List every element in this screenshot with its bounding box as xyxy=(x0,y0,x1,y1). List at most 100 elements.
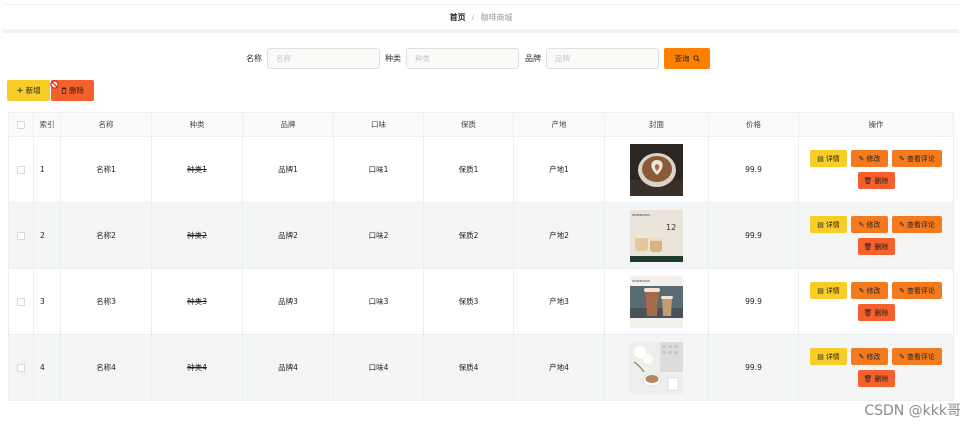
row-brand: 品牌3 xyxy=(243,269,334,334)
row-shelf-life: 保质3 xyxy=(424,269,514,334)
pencil-icon: ✎ xyxy=(899,286,905,295)
type-label: 种类 xyxy=(385,54,401,63)
cover-brand-text: STARBUCKS xyxy=(632,279,650,283)
header-type: 种类 xyxy=(152,113,243,136)
row-index: 4 xyxy=(34,335,61,400)
detail-button[interactable]: ▤ 详情 xyxy=(810,216,847,233)
trash-icon: 🗑 xyxy=(863,242,873,251)
header-cover: 封面 xyxy=(605,113,709,136)
breadcrumb-separator: / xyxy=(471,12,475,22)
row-select-cell[interactable] xyxy=(8,335,34,400)
type-input[interactable] xyxy=(406,48,519,69)
name-input[interactable] xyxy=(267,48,380,69)
pencil-icon: ✎ xyxy=(858,154,865,163)
row-type: 种类1 xyxy=(152,137,243,202)
plus-icon: + xyxy=(16,85,24,96)
row-select-cell[interactable] xyxy=(8,269,34,334)
header-index: 索引 xyxy=(34,113,61,136)
header-shelf-life: 保质 xyxy=(424,113,514,136)
not-allowed-icon xyxy=(50,80,59,89)
row-type: 种类3 xyxy=(152,269,243,334)
row-delete-button[interactable]: 🗑 删除 xyxy=(857,238,895,255)
row-checkbox[interactable] xyxy=(17,231,25,240)
table-row: 3 名称3 种类3 品牌3 口味3 保质3 产地3 STARBUCKS 99.9… xyxy=(8,269,954,335)
breadcrumb: 首页 / 咖啡商城 xyxy=(3,4,959,33)
row-actions: ▤ 详情 ✎ 修改 ✎ 查看评论 🗑 删除 xyxy=(799,335,954,400)
watermark: CSDN @kkk哥 xyxy=(864,403,961,419)
brand-input[interactable] xyxy=(546,48,659,69)
add-button-label: 新增 xyxy=(25,86,41,95)
edit-button[interactable]: ✎ 修改 xyxy=(851,282,888,299)
row-index: 3 xyxy=(34,269,61,334)
detail-button[interactable]: ▤ 详情 xyxy=(810,150,847,167)
header-price: 价格 xyxy=(709,113,799,136)
pencil-icon: ✎ xyxy=(899,220,905,229)
view-reviews-button[interactable]: ✎ 查看评论 xyxy=(892,348,942,365)
row-checkbox[interactable] xyxy=(17,165,25,174)
row-delete-label: 删除 xyxy=(874,308,889,317)
row-cover: STARBUCKS xyxy=(605,269,709,334)
row-brand: 品牌4 xyxy=(243,335,334,400)
row-flavor: 口味3 xyxy=(334,269,424,334)
row-delete-button[interactable]: 🗑 删除 xyxy=(857,370,895,387)
edit-button[interactable]: ✎ 修改 xyxy=(851,348,888,365)
row-origin: 产地3 xyxy=(514,269,605,334)
row-checkbox[interactable] xyxy=(17,363,25,372)
row-cover: STARBUCKS 12 xyxy=(605,203,709,268)
edit-label: 修改 xyxy=(866,154,881,163)
trash-icon: 🗑 xyxy=(863,176,873,185)
view-reviews-button[interactable]: ✎ 查看评论 xyxy=(892,282,942,299)
row-price: 99.9 xyxy=(709,137,799,202)
pencil-icon: ✎ xyxy=(899,154,905,163)
row-select-cell[interactable] xyxy=(8,137,34,202)
row-actions: ▤ 详情 ✎ 修改 ✎ 查看评论 🗑 删除 xyxy=(799,269,954,334)
coffee-table: 索引 名称 种类 品牌 口味 保质 产地 封面 价格 操作 1 名称1 种类1 … xyxy=(8,112,954,401)
header-flavor: 口味 xyxy=(334,113,424,136)
cover-image-coffee-flowers xyxy=(630,341,683,394)
detail-label: 详情 xyxy=(825,352,840,361)
view-reviews-button[interactable]: ✎ 查看评论 xyxy=(892,216,942,233)
query-button-label: 查询 xyxy=(674,54,690,63)
pencil-icon: ✎ xyxy=(858,286,865,295)
document-icon: ▤ xyxy=(817,220,824,229)
query-button[interactable]: 查询 xyxy=(664,48,710,69)
row-origin: 产地4 xyxy=(514,335,605,400)
search-bar: 名称 种类 品牌 查询 xyxy=(0,48,967,70)
row-delete-button[interactable]: 🗑 删除 xyxy=(857,172,895,189)
table-header: 索引 名称 种类 品牌 口味 保质 产地 封面 价格 操作 xyxy=(8,113,954,137)
row-select-cell[interactable] xyxy=(8,203,34,268)
row-delete-label: 删除 xyxy=(874,374,889,383)
row-name: 名称3 xyxy=(61,269,152,334)
name-label: 名称 xyxy=(246,54,262,63)
batch-delete-label: 删除 xyxy=(69,86,84,95)
add-button[interactable]: + 新增 xyxy=(7,80,50,101)
pencil-icon: ✎ xyxy=(858,220,865,229)
view-reviews-label: 查看评论 xyxy=(906,286,935,295)
table-row: 4 名称4 种类4 品牌4 口味4 保质4 产地4 99.9 ▤ 详情 ✎ 修改… xyxy=(8,335,954,401)
edit-label: 修改 xyxy=(866,220,881,229)
row-delete-label: 删除 xyxy=(874,242,889,251)
search-icon xyxy=(692,55,700,62)
document-icon: ▤ xyxy=(817,154,824,163)
row-delete-button[interactable]: 🗑 删除 xyxy=(857,304,895,321)
view-reviews-button[interactable]: ✎ 查看评论 xyxy=(892,150,942,167)
cover-image-latte-art xyxy=(630,143,683,196)
row-shelf-life: 保质2 xyxy=(424,203,514,268)
row-name: 名称2 xyxy=(61,203,152,268)
detail-button[interactable]: ▤ 详情 xyxy=(810,282,847,299)
edit-button[interactable]: ✎ 修改 xyxy=(851,216,888,233)
document-icon: ▤ xyxy=(817,286,824,295)
select-all-checkbox[interactable] xyxy=(17,120,25,129)
breadcrumb-current: 咖啡商城 xyxy=(480,12,513,22)
breadcrumb-home[interactable]: 首页 xyxy=(450,12,466,23)
edit-button[interactable]: ✎ 修改 xyxy=(851,150,888,167)
row-index: 1 xyxy=(34,137,61,202)
row-cover xyxy=(605,335,709,400)
pencil-icon: ✎ xyxy=(858,352,865,361)
row-checkbox[interactable] xyxy=(17,297,25,306)
cover-brand-text: STARBUCKS xyxy=(632,213,650,217)
detail-button[interactable]: ▤ 详情 xyxy=(810,348,847,365)
brand-label: 品牌 xyxy=(525,54,541,63)
header-select-all[interactable] xyxy=(8,113,34,136)
edit-label: 修改 xyxy=(866,352,881,361)
